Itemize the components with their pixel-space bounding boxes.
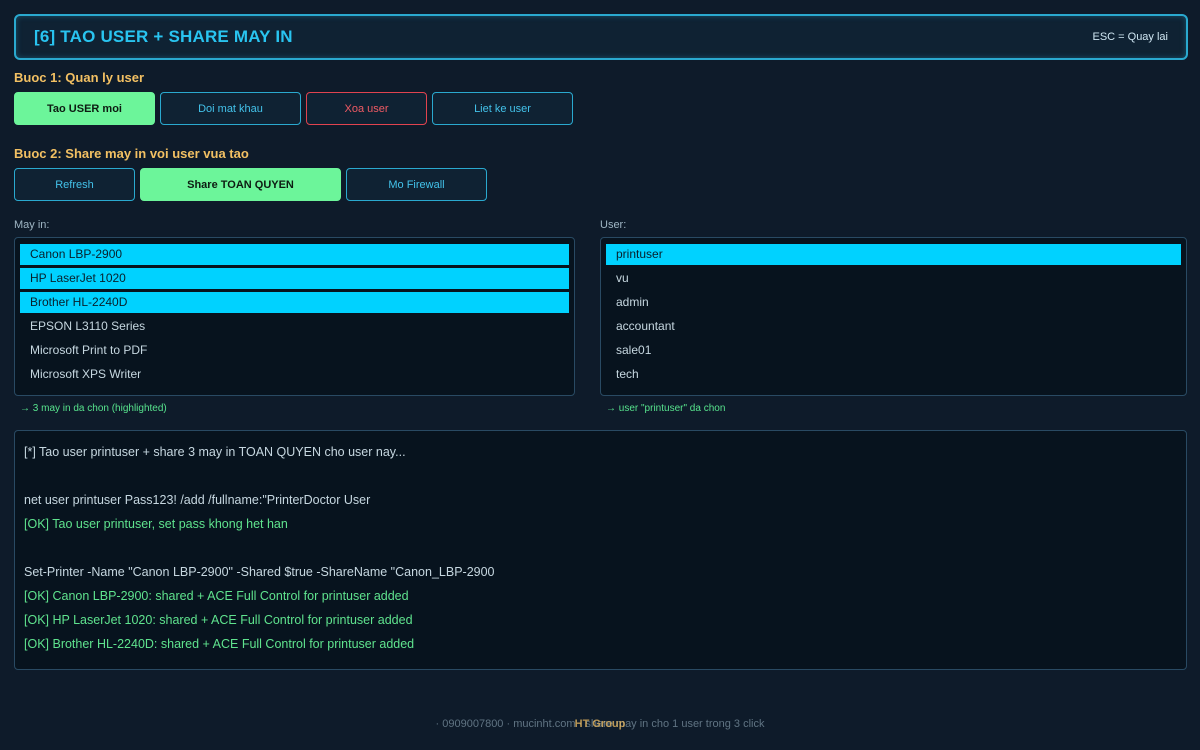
console-line: [OK] HP LaserJet 1020: shared + ACE Full…	[24, 613, 413, 627]
printers-selection-note: → 3 may in da chon (highlighted)	[20, 403, 167, 414]
user-item[interactable]: sale01	[606, 340, 1181, 361]
printers-label: May in:	[14, 219, 50, 231]
share-full-control-button[interactable]: Share TOAN QUYEN	[140, 168, 341, 201]
users-listbox[interactable]: printuser vu admin accountant sale01 tec…	[600, 237, 1187, 396]
console-output[interactable]: [*] Tao user printuser + share 3 may in …	[14, 430, 1187, 670]
user-item[interactable]: vu	[606, 268, 1181, 289]
user-item[interactable]: tech	[606, 364, 1181, 385]
list-users-button[interactable]: Liet ke user	[432, 92, 573, 125]
step1-title: Buoc 1: Quan ly user	[14, 70, 145, 85]
console-line: [OK] Canon LBP-2900: shared + ACE Full C…	[24, 589, 409, 603]
change-password-button[interactable]: Doi mat khau	[160, 92, 301, 125]
console-line: Set-Printer -Name "Canon LBP-2900" -Shar…	[24, 565, 495, 579]
page-title: [6] TAO USER + SHARE MAY IN	[34, 27, 293, 46]
user-item[interactable]: accountant	[606, 316, 1181, 337]
open-firewall-button[interactable]: Mo Firewall	[346, 168, 487, 201]
printer-item[interactable]: Microsoft XPS Writer	[20, 364, 569, 385]
printer-item[interactable]: Microsoft Print to PDF	[20, 340, 569, 361]
printer-item[interactable]: HP LaserJet 1020	[20, 268, 569, 289]
step2-title: Buoc 2: Share may in voi user vua tao	[14, 146, 249, 161]
printer-item[interactable]: Canon LBP-2900	[20, 244, 569, 265]
printer-item[interactable]: EPSON L3110 Series	[20, 316, 569, 337]
esc-hint: ESC = Quay lai	[1092, 31, 1168, 43]
footer-brand: HT Group	[574, 718, 626, 730]
delete-user-button[interactable]: Xoa user	[306, 92, 427, 125]
printers-listbox[interactable]: Canon LBP-2900 HP LaserJet 1020 Brother …	[14, 237, 575, 396]
users-label: User:	[600, 219, 627, 231]
console-line: [OK] Tao user printuser, set pass khong …	[24, 517, 288, 531]
create-user-button[interactable]: Tao USER moi	[14, 92, 155, 125]
console-line: [OK] Brother HL-2240D: shared + ACE Full…	[24, 637, 415, 651]
user-item[interactable]: printuser	[606, 244, 1181, 265]
user-item[interactable]: admin	[606, 292, 1181, 313]
users-selection-note: → user "printuser" da chon	[606, 403, 726, 414]
printer-item[interactable]: Brother HL-2240D	[20, 292, 569, 313]
header-bar: [6] TAO USER + SHARE MAY IN ESC = Quay l…	[14, 14, 1188, 60]
console-line: [*] Tao user printuser + share 3 may in …	[24, 445, 406, 459]
refresh-button[interactable]: Refresh	[14, 168, 135, 201]
console-line: net user printuser Pass123! /add /fullna…	[24, 493, 371, 507]
